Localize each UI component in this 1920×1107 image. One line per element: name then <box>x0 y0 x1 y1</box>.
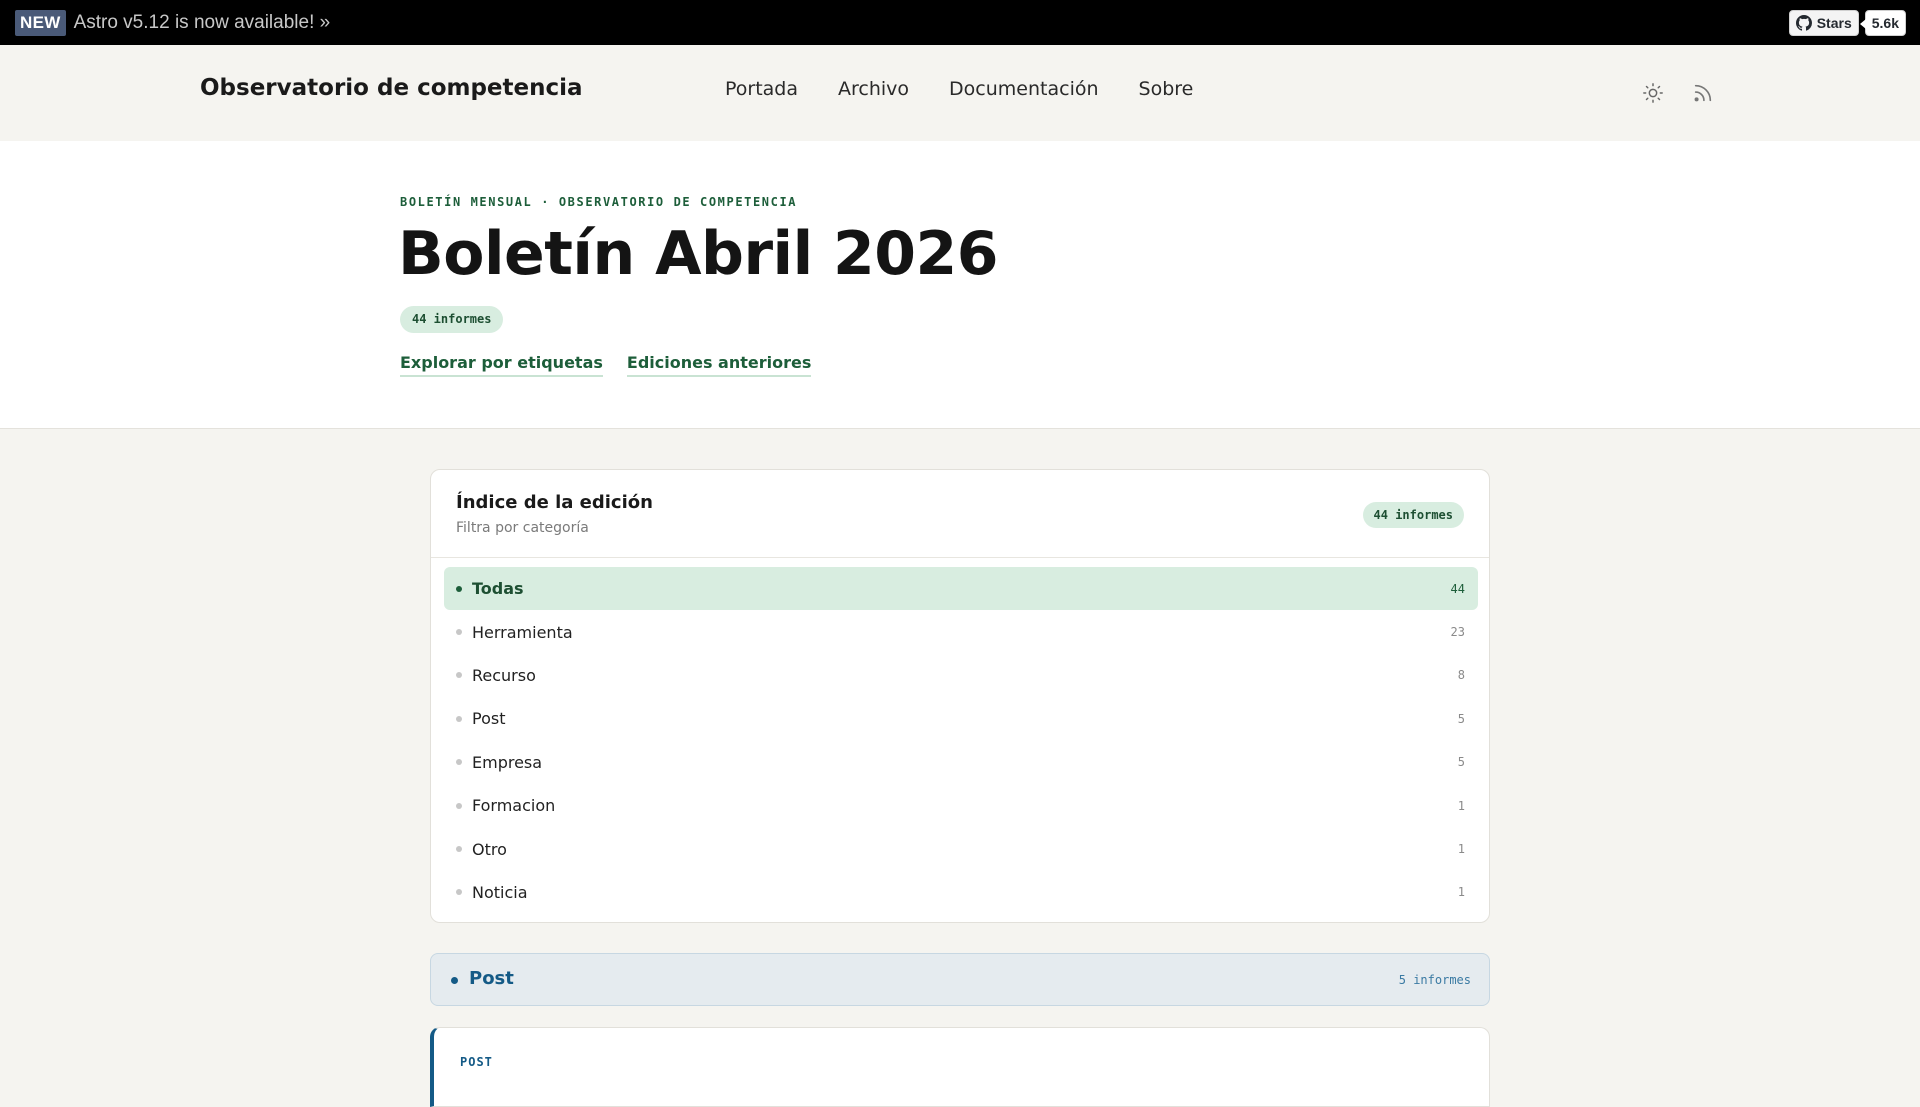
report-card[interactable]: POST <box>430 1027 1490 1107</box>
bullet-dot <box>456 802 462 809</box>
nav-item-portada[interactable]: Portada <box>725 78 798 100</box>
category-count: 1 <box>1457 842 1465 857</box>
category-item-noticia[interactable]: Noticia 1 <box>444 871 1478 914</box>
section-count: 5 informes <box>1398 973 1471 987</box>
category-item-otro[interactable]: Otro 1 <box>444 827 1478 870</box>
category-count: 1 <box>1457 798 1465 813</box>
github-icon <box>1795 15 1812 31</box>
report-count-badge: 44 informes <box>400 306 504 333</box>
hero-kicker: BOLETÍN MENSUAL · OBSERVATORIO DE COMPET… <box>400 195 798 209</box>
bullet-dot <box>456 846 462 853</box>
bullet-dot <box>456 759 462 766</box>
bullet-dot <box>456 715 462 722</box>
theme-toggle-button[interactable] <box>1640 80 1666 106</box>
category-label: Empresa <box>472 752 543 772</box>
index-card-header: Índice de la edición Filtra por categorí… <box>431 470 1489 558</box>
new-badge: NEW <box>15 9 66 36</box>
category-item-todas[interactable]: Todas 44 <box>444 567 1478 611</box>
category-item-formacion[interactable]: Formacion 1 <box>444 784 1478 827</box>
nav-item-sobre[interactable]: Sobre <box>1139 78 1194 100</box>
category-label: Noticia <box>472 882 528 902</box>
sun-icon <box>1643 83 1663 103</box>
category-count: 1 <box>1457 885 1465 900</box>
nav-item-archivo[interactable]: Archivo <box>838 78 909 100</box>
github-stars-button[interactable]: Stars <box>1788 10 1859 36</box>
category-count: 23 <box>1450 625 1465 640</box>
edition-index-card: Índice de la edición Filtra por categorí… <box>430 469 1490 923</box>
section-label: Post <box>469 968 514 989</box>
category-item-recurso[interactable]: Recurso 8 <box>444 654 1478 697</box>
page-title: Boletín Abril 2026 <box>398 219 999 289</box>
category-label: Todas <box>472 579 524 599</box>
section-header-post[interactable]: Post 5 informes <box>430 953 1490 1006</box>
category-item-herramienta[interactable]: Herramienta 23 <box>444 610 1478 653</box>
site-title[interactable]: Observatorio de competencia <box>200 75 583 101</box>
category-label: Herramienta <box>472 622 573 642</box>
nav-item-documentacion[interactable]: Documentación <box>949 78 1098 100</box>
category-label: Post <box>472 709 506 729</box>
category-item-post[interactable]: Post 5 <box>444 697 1478 740</box>
category-count: 8 <box>1457 668 1465 683</box>
bullet-dot <box>456 629 462 636</box>
github-stars-count[interactable]: 5.6k <box>1859 10 1906 36</box>
category-count: 5 <box>1457 755 1465 770</box>
rss-icon <box>1694 84 1712 102</box>
browse-tags-link[interactable]: Explorar por etiquetas <box>400 353 603 377</box>
report-category-tag: POST <box>460 1055 493 1069</box>
rss-button[interactable] <box>1690 80 1716 106</box>
category-label: Formacion <box>472 796 556 816</box>
github-stars[interactable]: Stars 5.6k <box>1788 10 1906 36</box>
bullet-dot <box>456 672 462 679</box>
category-count: 5 <box>1457 711 1465 726</box>
hero-links: Explorar por etiquetas Ediciones anterio… <box>400 353 812 377</box>
bullet-dot <box>456 585 462 592</box>
index-title: Índice de la edición <box>456 492 653 513</box>
bullet-dot <box>456 889 462 896</box>
category-item-empresa[interactable]: Empresa 5 <box>444 741 1478 784</box>
announcement-bar: NEW Astro v5.12 is now available! » Star… <box>0 0 1920 45</box>
category-label: Otro <box>472 839 507 859</box>
hero-section: BOLETÍN MENSUAL · OBSERVATORIO DE COMPET… <box>0 141 1920 429</box>
index-count-badge: 44 informes <box>1362 502 1464 528</box>
bullet-dot <box>451 977 458 984</box>
previous-editions-link[interactable]: Ediciones anteriores <box>626 353 812 377</box>
github-stars-label: Stars <box>1816 15 1852 31</box>
site-header: Observatorio de competencia Portada Arch… <box>0 45 1920 141</box>
main-nav: Portada Archivo Documentación Sobre <box>725 78 1193 100</box>
category-count: 44 <box>1450 581 1465 596</box>
category-label: Recurso <box>472 665 536 685</box>
announcement-link[interactable]: Astro v5.12 is now available! » <box>74 12 331 34</box>
index-subtitle: Filtra por categoría <box>456 520 589 536</box>
category-filter-list: Todas 44 Herramienta 23 Recurso 8 Post 5… <box>444 567 1478 914</box>
